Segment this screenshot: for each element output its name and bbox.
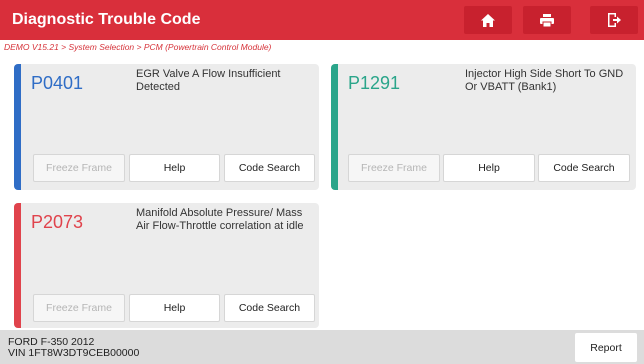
code-search-button[interactable]: Code Search (538, 154, 630, 182)
dtc-code: P0401 (31, 73, 84, 93)
exit-icon (607, 13, 621, 27)
dtc-card: P2073 Manifold Absolute Pressure/ Mass A… (14, 203, 319, 328)
card-color-stripe (14, 203, 21, 328)
home-button[interactable] (464, 6, 512, 34)
dtc-description: Manifold Absolute Pressure/ Mass Air Flo… (136, 207, 304, 232)
vehicle-vin: VIN 1FT8W3DT9CEB00000 (8, 347, 140, 359)
app-header: Diagnostic Trouble Code (0, 0, 644, 40)
exit-button[interactable] (590, 6, 638, 34)
help-button[interactable]: Help (129, 154, 220, 182)
card-color-stripe (14, 64, 21, 190)
dtc-card: P0401 EGR Valve A Flow Insufficient Dete… (14, 64, 319, 190)
freeze-frame-button[interactable]: Freeze Frame (348, 154, 440, 182)
page-title: Diagnostic Trouble Code (12, 11, 201, 28)
breadcrumb: DEMO V15.21 > System Selection > PCM (Po… (0, 40, 644, 54)
footer-bar: FORD F-350 2012 VIN 1FT8W3DT9CEB00000 Re… (0, 330, 644, 364)
code-search-button[interactable]: Code Search (224, 294, 315, 322)
home-icon (481, 13, 495, 27)
dtc-description: EGR Valve A Flow Insufficient Detected (136, 68, 281, 93)
dtc-code: P2073 (31, 212, 84, 232)
help-button[interactable]: Help (443, 154, 535, 182)
freeze-frame-button[interactable]: Freeze Frame (33, 294, 125, 322)
code-search-button[interactable]: Code Search (224, 154, 315, 182)
report-button[interactable]: Report (575, 333, 637, 362)
dtc-code: P1291 (348, 73, 401, 93)
help-button[interactable]: Help (129, 294, 220, 322)
dtc-description: Injector High Side Short To GND Or VBATT… (465, 68, 624, 93)
vehicle-info: FORD F-350 2012 VIN 1FT8W3DT9CEB00000 (8, 337, 139, 359)
card-color-stripe (331, 64, 338, 190)
print-button[interactable] (523, 6, 571, 34)
freeze-frame-button[interactable]: Freeze Frame (33, 154, 125, 182)
print-icon (540, 13, 554, 27)
dtc-card: P1291 Injector High Side Short To GND Or… (331, 64, 636, 190)
